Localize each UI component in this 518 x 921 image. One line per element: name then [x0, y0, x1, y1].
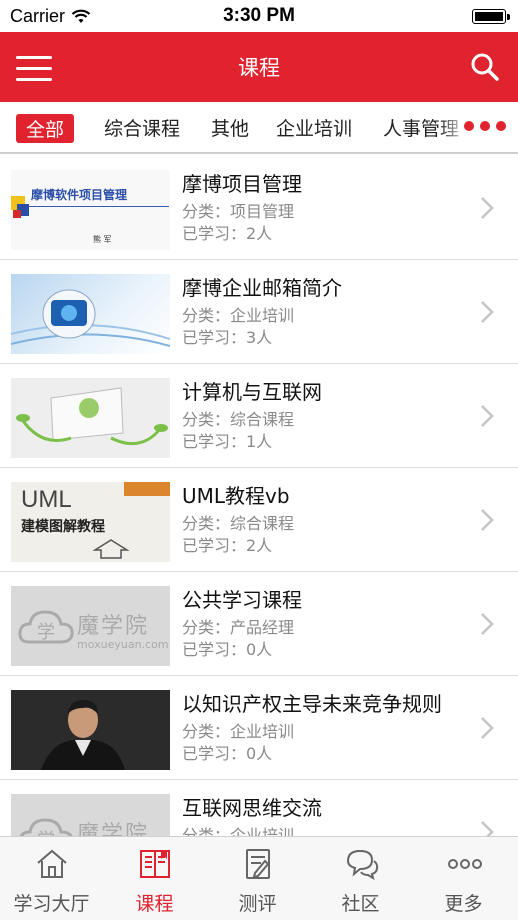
edit-document-icon — [246, 849, 270, 879]
chevron-right-icon — [481, 613, 494, 635]
book-icon — [140, 850, 170, 878]
course-category: 分类：综合课程 — [182, 514, 295, 533]
thumb-subtitle: 建模图解教程 — [21, 519, 105, 535]
list-item[interactable]: 学 魔学院 互联网思维交流 分类：企业培训 — [0, 780, 518, 836]
thumb-title: UML — [21, 486, 72, 513]
tab-more[interactable]: 更多 — [412, 837, 515, 921]
tab-learning-hall[interactable]: 学习大厅 — [0, 837, 103, 921]
tab-bar: 学习大厅 课程 测评 社区 更多 — [0, 836, 518, 920]
clock: 3:30 PM — [223, 5, 295, 26]
list-item[interactable]: 以知识产权主导未来竞争规则 分类：企业培训 已学习：0人 — [0, 676, 518, 780]
svg-text:学: 学 — [37, 622, 55, 643]
course-title: 公共学习课程 — [182, 588, 302, 612]
course-learners: 已学习：3人 — [182, 328, 273, 347]
chevron-right-icon — [481, 405, 494, 427]
course-thumbnail — [11, 274, 170, 354]
chat-bubbles-icon — [346, 849, 379, 881]
category-corporate-training[interactable]: 企业培训 — [276, 114, 352, 141]
course-thumbnail — [11, 690, 170, 770]
list-item[interactable]: 摩博企业邮箱简介 分类：企业培训 已学习：3人 — [0, 260, 518, 364]
course-thumbnail: UML 建模图解教程 — [11, 482, 170, 562]
list-item[interactable]: 摩博软件项目管理 熊 军 摩博项目管理 分类：项目管理 已学习：2人 — [0, 156, 518, 260]
home-icon — [37, 849, 67, 878]
tab-label: 社区 — [341, 893, 380, 915]
course-learners: 已学习：1人 — [182, 432, 273, 451]
chevron-right-icon — [481, 301, 494, 323]
list-item[interactable]: 学 魔学院 moxueyuan.com 公共学习课程 分类：产品经理 已学习：0… — [0, 572, 518, 676]
course-learners: 已学习：0人 — [182, 744, 273, 763]
tab-assessment[interactable]: 测评 — [206, 837, 309, 921]
status-bar: Carrier 3:30 PM — [0, 0, 518, 32]
course-title: 互联网思维交流 — [182, 796, 322, 820]
speaker-photo — [11, 690, 170, 770]
course-title: 计算机与互联网 — [182, 380, 322, 404]
course-category: 分类：企业培训 — [182, 306, 295, 325]
course-title: 摩博企业邮箱简介 — [182, 276, 342, 300]
thumb-brand: 魔学院 — [77, 822, 150, 836]
mail-robot-icon — [11, 289, 170, 347]
tab-label: 课程 — [135, 893, 174, 915]
course-learners: 已学习：2人 — [182, 224, 273, 243]
course-category: 分类：企业培训 — [182, 722, 295, 741]
course-title: UML教程vb — [182, 484, 290, 508]
course-list: 摩博软件项目管理 熊 军 摩博项目管理 分类：项目管理 已学习：2人 摩博企业邮… — [0, 156, 518, 836]
thumb-brand: 魔学院 — [77, 614, 150, 639]
more-icon — [448, 859, 482, 869]
course-category: 分类：产品经理 — [182, 618, 295, 637]
course-title: 摩博项目管理 — [182, 172, 302, 196]
more-dots-icon[interactable] — [464, 121, 506, 131]
battery-icon — [472, 9, 510, 24]
course-category: 分类：企业培训 — [182, 826, 295, 836]
cloud-logo-icon: 学 — [18, 610, 74, 644]
course-category: 分类：综合课程 — [182, 410, 295, 429]
thumb-author: 熊 军 — [93, 235, 112, 244]
cloud-logo-icon: 学 — [19, 818, 73, 836]
course-learners: 已学习：2人 — [182, 536, 273, 555]
course-thumbnail: 学 魔学院 moxueyuan.com — [11, 586, 170, 666]
chevron-right-icon — [481, 509, 494, 531]
chevron-right-icon — [481, 821, 494, 836]
course-learners: 已学习：0人 — [182, 640, 273, 659]
chevron-right-icon — [481, 717, 494, 739]
chevron-right-icon — [481, 197, 494, 219]
course-category: 分类：项目管理 — [182, 202, 295, 221]
thumb-url: moxueyuan.com — [77, 638, 169, 651]
list-item[interactable]: UML 建模图解教程 UML教程vb 分类：综合课程 已学习：2人 — [0, 468, 518, 572]
tab-courses[interactable]: 课程 — [103, 837, 206, 921]
category-strip: 全部 综合课程 其他 企业培训 人事管理 — [0, 102, 518, 154]
tab-label: 更多 — [444, 893, 483, 915]
category-general[interactable]: 综合课程 — [104, 114, 180, 141]
tab-community[interactable]: 社区 — [309, 837, 412, 921]
laptop-globe-icon — [16, 387, 168, 446]
thumb-title: 摩博软件项目管理 — [31, 188, 128, 202]
list-item[interactable]: 计算机与互联网 分类：综合课程 已学习：1人 — [0, 364, 518, 468]
course-thumbnail: 摩博软件项目管理 熊 军 — [11, 170, 170, 250]
tab-label: 学习大厅 — [13, 893, 90, 915]
page-title: 课程 — [238, 56, 280, 80]
category-other[interactable]: 其他 — [211, 114, 249, 141]
course-thumbnail: 学 魔学院 — [11, 794, 170, 836]
course-thumbnail — [11, 378, 170, 458]
nav-bar: 课程 — [0, 32, 518, 102]
course-title: 以知识产权主导未来竞争规则 — [182, 692, 442, 716]
tab-label: 测评 — [238, 893, 277, 915]
category-all[interactable]: 全部 — [16, 114, 75, 143]
search-icon[interactable] — [470, 52, 500, 82]
